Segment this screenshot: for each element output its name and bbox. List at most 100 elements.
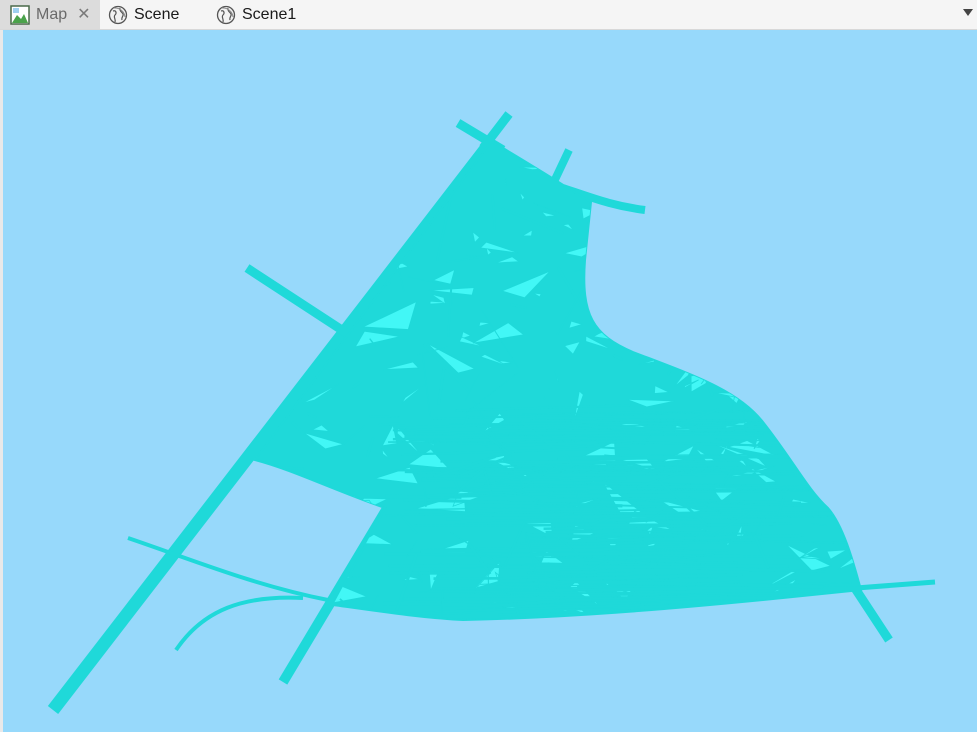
mesh-triangle bbox=[769, 377, 782, 383]
globe-icon bbox=[108, 5, 128, 25]
tab-scene1[interactable]: Scene1 bbox=[208, 0, 328, 29]
mesh-triangle bbox=[800, 394, 815, 417]
mesh-edge bbox=[409, 523, 670, 528]
mesh-edge bbox=[487, 563, 490, 589]
mesh-triangle bbox=[764, 173, 774, 184]
mesh-triangle bbox=[739, 207, 769, 214]
mesh-edge bbox=[683, 207, 700, 237]
chevron-down-icon[interactable] bbox=[963, 9, 973, 16]
mesh-edge bbox=[777, 396, 823, 401]
mesh-edge bbox=[529, 564, 789, 570]
mesh-edge bbox=[757, 164, 813, 179]
mesh-triangle bbox=[593, 222, 611, 233]
mesh-triangle bbox=[772, 275, 808, 310]
mesh-edge bbox=[787, 182, 797, 195]
mesh-triangle bbox=[810, 171, 823, 177]
mesh-edge bbox=[686, 160, 699, 163]
mesh-edge bbox=[255, 519, 272, 531]
mesh-edge bbox=[284, 194, 311, 210]
mesh-triangle bbox=[661, 291, 712, 329]
tab-map[interactable]: Map ✕ bbox=[0, 0, 100, 29]
mesh-edge bbox=[530, 419, 785, 422]
mesh-edge bbox=[804, 595, 826, 620]
mesh-triangle bbox=[758, 186, 826, 200]
mesh-edge bbox=[426, 476, 573, 480]
mesh-triangle bbox=[692, 349, 714, 357]
mesh-edge bbox=[753, 273, 775, 290]
mesh-triangle bbox=[846, 529, 861, 539]
mesh-triangle bbox=[810, 330, 821, 347]
mesh-edge bbox=[440, 591, 444, 620]
mesh-edge bbox=[255, 187, 280, 233]
mesh-edge bbox=[275, 367, 279, 411]
mesh-edge bbox=[781, 365, 797, 415]
mesh-edge bbox=[628, 297, 641, 313]
mesh-edge bbox=[545, 529, 643, 535]
mesh-triangle bbox=[370, 170, 401, 177]
mesh-edge bbox=[657, 317, 704, 326]
map-icon bbox=[10, 4, 30, 25]
mesh-triangle bbox=[339, 496, 359, 501]
mesh-triangle bbox=[273, 522, 339, 531]
map-viewport[interactable] bbox=[3, 30, 977, 732]
mesh-edge bbox=[476, 425, 567, 429]
mesh-edge bbox=[520, 541, 711, 545]
mesh-triangle bbox=[686, 343, 698, 359]
mesh-triangle bbox=[755, 312, 775, 322]
mesh-triangle bbox=[778, 291, 819, 311]
mesh-edge bbox=[600, 319, 636, 325]
tab-scene-label: Scene bbox=[134, 5, 180, 23]
mesh-edge bbox=[665, 345, 685, 362]
mesh-triangle bbox=[769, 396, 787, 402]
mesh-triangle bbox=[806, 144, 821, 156]
mesh-edge bbox=[748, 179, 761, 209]
mesh-edge bbox=[295, 201, 322, 246]
road-west-spur bbox=[244, 264, 351, 338]
map-canvas[interactable] bbox=[3, 30, 977, 732]
mesh-triangle bbox=[777, 219, 816, 229]
mesh-edge bbox=[323, 276, 368, 284]
mesh-edge bbox=[700, 333, 739, 385]
map-window: Map ✕ Scene Scene1 bbox=[0, 0, 977, 732]
mesh-triangle bbox=[815, 474, 858, 492]
globe-icon bbox=[216, 5, 236, 25]
mesh-triangle bbox=[825, 502, 861, 517]
mesh-triangle bbox=[276, 579, 335, 589]
document-tab-bar: Map ✕ Scene Scene1 bbox=[0, 0, 977, 30]
mesh-edge bbox=[557, 454, 840, 461]
mesh-edge bbox=[689, 296, 696, 310]
mesh-edge bbox=[591, 215, 613, 243]
mesh-triangle bbox=[815, 278, 827, 288]
mesh-edge bbox=[515, 430, 661, 435]
mesh-edge bbox=[449, 422, 604, 425]
mesh-edge bbox=[679, 296, 692, 319]
mesh-edge bbox=[795, 282, 853, 293]
mesh-triangle bbox=[632, 291, 643, 312]
mesh-triangle bbox=[759, 171, 786, 188]
mesh-edge bbox=[573, 511, 819, 515]
mesh-triangle bbox=[816, 480, 835, 484]
mesh-triangle bbox=[391, 152, 401, 160]
mesh-triangle bbox=[798, 410, 825, 421]
road-southwest-curve bbox=[174, 595, 304, 652]
mesh-edge bbox=[596, 273, 646, 301]
mesh-triangle bbox=[280, 170, 298, 184]
close-icon[interactable]: ✕ bbox=[77, 6, 90, 23]
mesh-triangle bbox=[844, 320, 858, 323]
mesh-edge bbox=[342, 190, 381, 219]
mesh-edge bbox=[606, 244, 665, 286]
mesh-triangle bbox=[759, 196, 776, 200]
mesh-triangle bbox=[274, 599, 303, 618]
mesh-triangle bbox=[317, 239, 345, 244]
tab-scene[interactable]: Scene bbox=[100, 0, 208, 29]
mesh-edge bbox=[369, 415, 400, 418]
mesh-triangle bbox=[586, 250, 642, 274]
mesh-edge bbox=[276, 298, 285, 338]
mesh-triangle bbox=[673, 246, 714, 268]
tab-map-label: Map bbox=[36, 5, 68, 23]
mesh-edge bbox=[596, 280, 608, 284]
mesh-edge bbox=[315, 513, 320, 537]
mesh-triangle bbox=[310, 166, 334, 175]
mesh-triangle bbox=[662, 339, 705, 353]
mesh-triangle bbox=[275, 340, 299, 355]
